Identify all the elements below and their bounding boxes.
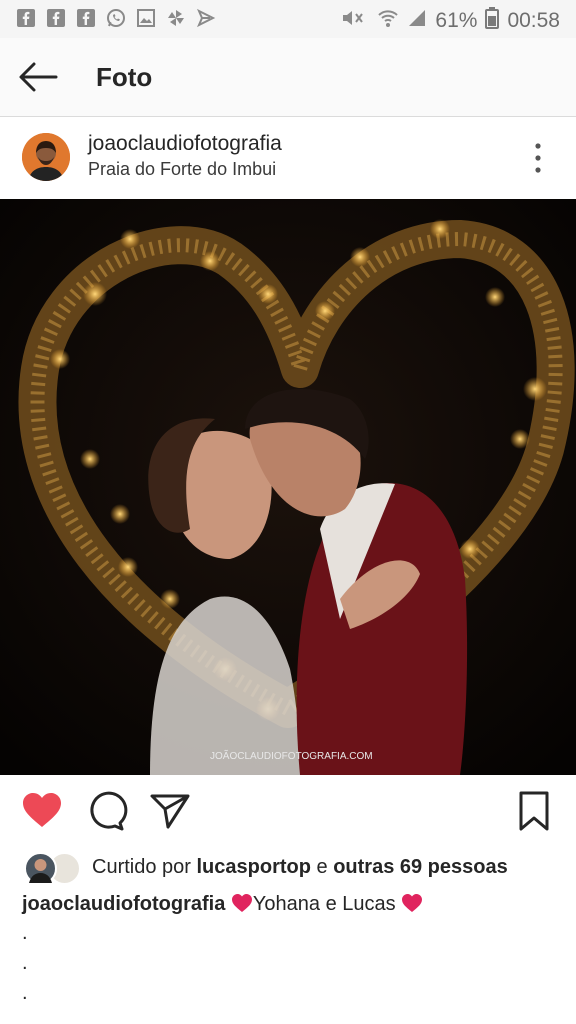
status-bar: 61% 00:58 xyxy=(0,0,576,38)
battery-icon xyxy=(485,7,500,35)
red-heart-emoji-icon xyxy=(231,893,253,919)
likes-row[interactable]: Curtido por lucasportop e outras 69 pess… xyxy=(22,851,508,885)
whatsapp-icon xyxy=(106,8,126,28)
caption-text: Yohana e Lucas xyxy=(252,893,396,915)
likes-prefix: Curtido por xyxy=(92,855,197,878)
post-header: joaoclaudiofotografia Praia do Forte do … xyxy=(0,117,576,199)
app-bar: Foto xyxy=(0,38,576,117)
likes-text: Curtido por lucasportop e outras 69 pess… xyxy=(92,856,508,879)
liker-avatars xyxy=(22,851,81,885)
post-photo[interactable]: JOÃOCLAUDIOFOTOGRAFIA.COM xyxy=(0,199,576,775)
signal-icon xyxy=(407,8,427,34)
photo-watermark: JOÃOCLAUDIOFOTOGRAFIA.COM xyxy=(210,749,373,762)
liker-username[interactable]: lucasportop xyxy=(197,856,311,878)
back-arrow-icon xyxy=(19,62,58,92)
post-caption: joaoclaudiofotografia Yohana e Lucas xyxy=(22,893,423,919)
couple-heart-photo: JOÃOCLAUDIOFOTOGRAFIA.COM xyxy=(0,199,576,775)
post-actions xyxy=(0,775,576,845)
caption-line: . xyxy=(22,982,28,1004)
facebook-icon xyxy=(76,8,96,28)
post-username[interactable]: joaoclaudiofotografia xyxy=(88,132,282,156)
wifi-icon xyxy=(377,8,399,34)
red-heart-emoji-icon xyxy=(401,893,423,919)
like-button[interactable] xyxy=(20,789,64,833)
likes-others-link[interactable]: outras 69 pessoas xyxy=(333,856,508,878)
post-location[interactable]: Praia do Forte do Imbui xyxy=(88,159,276,180)
page-title: Foto xyxy=(96,62,153,92)
avatar xyxy=(24,852,57,885)
facebook-icon xyxy=(46,8,66,28)
save-button[interactable] xyxy=(512,789,556,833)
send-icon xyxy=(196,8,216,28)
battery-percent: 61% xyxy=(435,9,478,32)
direct-send-icon xyxy=(150,794,190,829)
comment-icon xyxy=(90,791,128,831)
heart-filled-icon xyxy=(23,793,61,827)
back-button[interactable] xyxy=(16,58,60,96)
notification-icons xyxy=(16,8,216,28)
more-vertical-icon xyxy=(535,143,541,173)
caption-username[interactable]: joaoclaudiofotografia xyxy=(22,893,225,915)
likes-connector: e xyxy=(310,855,334,878)
caption-line: . xyxy=(22,952,28,974)
caption-line: . xyxy=(22,922,28,944)
share-button[interactable] xyxy=(148,789,192,833)
more-options-button[interactable] xyxy=(530,141,546,175)
mute-icon xyxy=(339,8,369,34)
pinwheel-icon xyxy=(166,8,186,28)
avatar[interactable] xyxy=(22,133,70,181)
facebook-icon xyxy=(16,8,36,28)
comment-button[interactable] xyxy=(84,789,128,833)
gallery-icon xyxy=(136,8,156,28)
bookmark-icon xyxy=(519,791,549,831)
clock: 00:58 xyxy=(507,9,560,32)
